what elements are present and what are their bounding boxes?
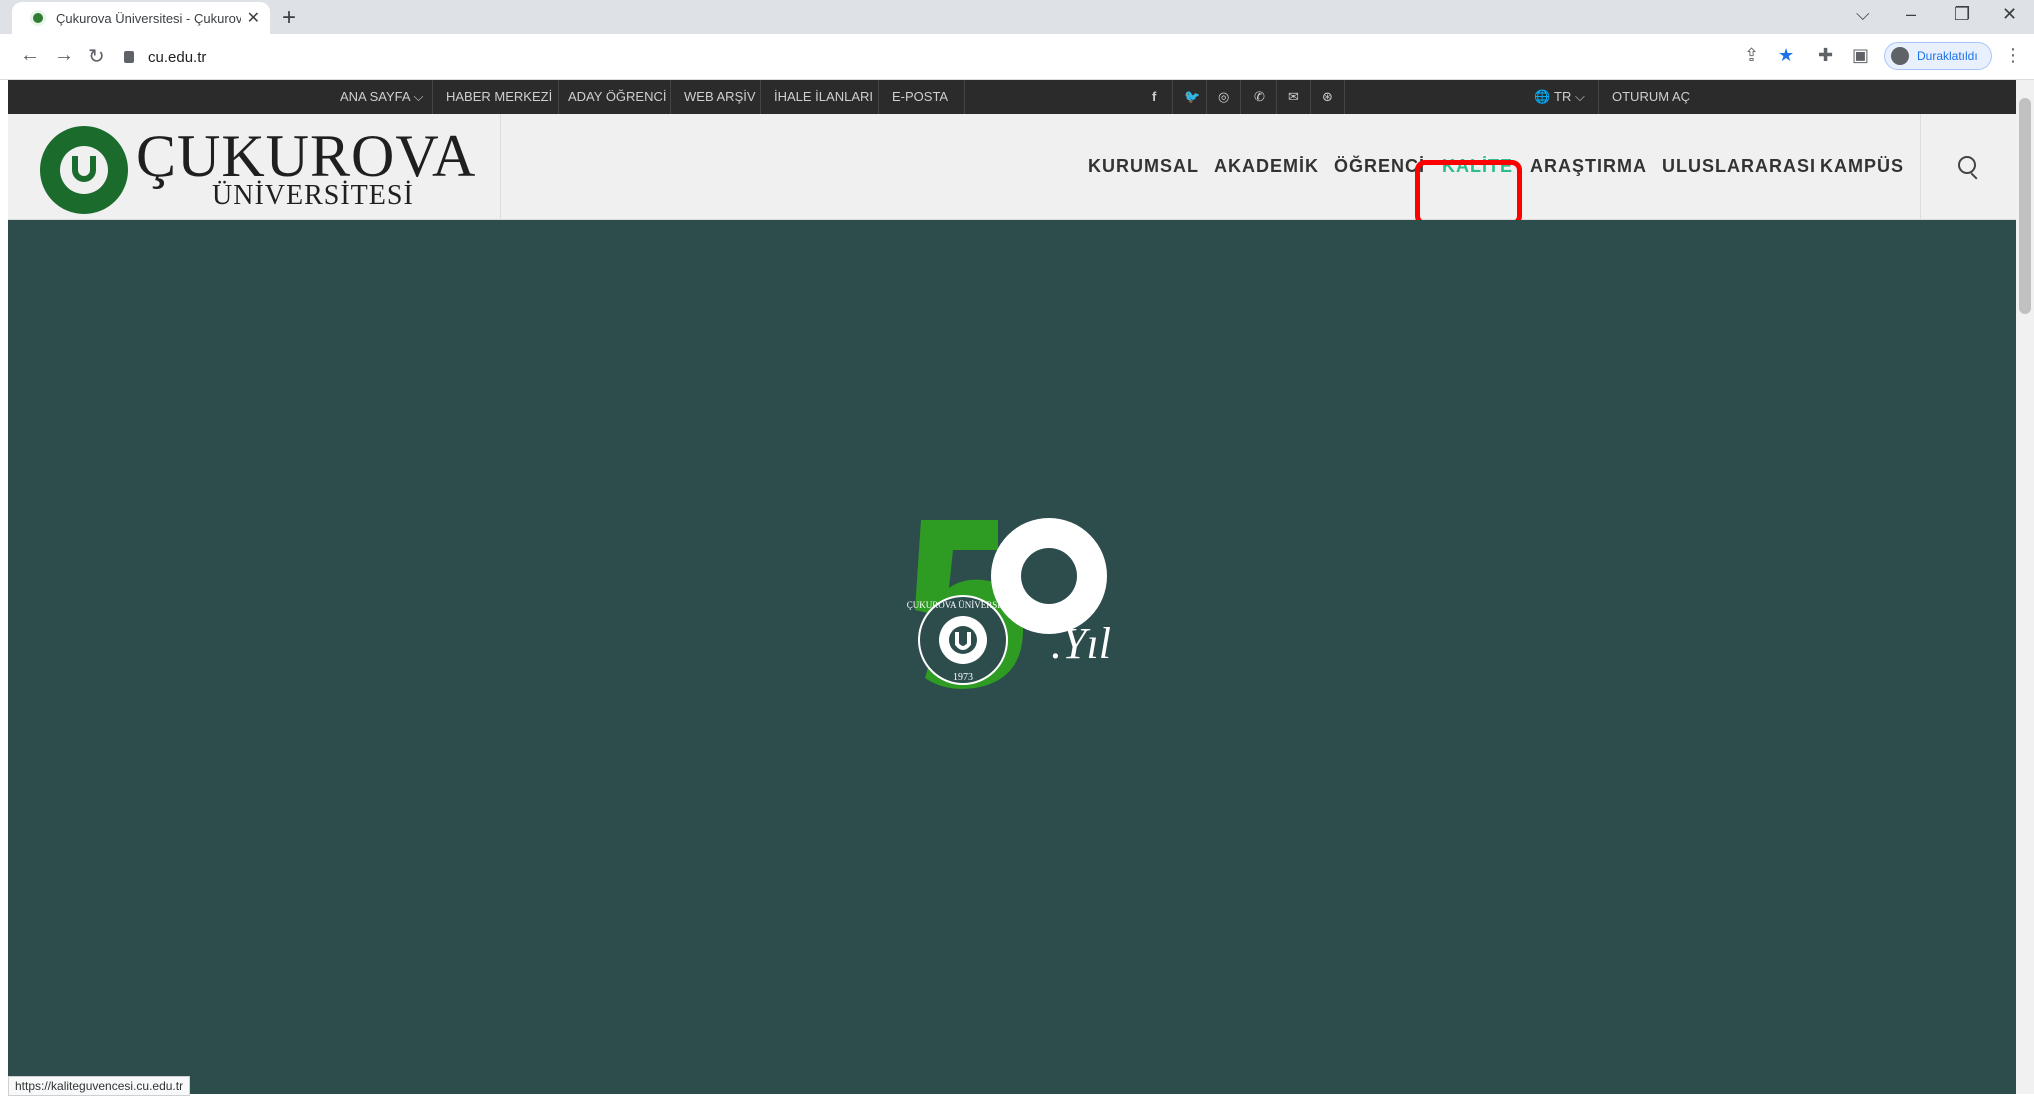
browser-tab-strip: Çukurova Üniversitesi - Çukurova ✕ + ⌵ –… [0,0,2034,34]
scrollbar-thumb[interactable] [2019,98,2031,314]
forward-icon[interactable]: → [54,44,74,67]
nav-kurumsal[interactable]: KURUMSAL [1088,156,1199,177]
dribbble-icon[interactable]: ⊛ [1322,89,1333,105]
extensions-icon[interactable]: ✚ [1818,45,1833,66]
url-text: cu.edu.tr [148,48,207,66]
topbar-link-email[interactable]: E-POSTA [892,89,948,104]
instagram-icon[interactable]: ◎ [1218,89,1229,105]
nav-arastirma[interactable]: ARAŞTIRMA [1530,156,1647,177]
divider [1172,80,1173,114]
globe-icon: 🌐 [1534,89,1551,104]
nav-kampus[interactable]: KAMPÜS [1820,156,1904,177]
site-favicon-icon [30,10,46,26]
divider [1920,114,1921,220]
logo-subtitle: ÜNİVERSİTESİ [212,180,414,211]
page-viewport: ANA SAYFA ⌵ HABER MERKEZİ ADAY ÖĞRENCİ W… [8,80,2016,1094]
logo-emblem-icon [40,126,128,214]
divider [964,80,965,114]
divider [1310,80,1311,114]
divider [1344,80,1345,114]
avatar-icon [1891,47,1909,65]
restore-icon[interactable]: ❐ [1954,4,1970,25]
nav-akademik[interactable]: AKADEMİK [1214,156,1319,177]
site-header: ÇUKUROVA ÜNİVERSİTESİ KURUMSAL AKADEMİK … [8,114,2016,226]
address-bar[interactable]: cu.edu.tr [124,40,1714,74]
bookmark-star-icon[interactable]: ★ [1778,45,1794,66]
topbar-link-home[interactable]: ANA SAYFA ⌵ [340,89,423,105]
back-icon[interactable]: ← [20,44,40,67]
share-icon[interactable]: ⇪ [1744,45,1759,66]
divider [558,80,559,114]
nav-uluslararasi[interactable]: ULUSLARARASI [1662,156,1816,177]
topbar-link-archive[interactable]: WEB ARŞİV [684,89,756,104]
profile-label: Duraklatıldı [1917,49,1978,63]
topbar-link-news[interactable]: HABER MERKEZİ [446,89,552,104]
lock-icon [124,51,134,63]
badge-word: .Yıl [1051,619,1111,668]
divider [760,80,761,114]
twitter-icon[interactable]: 🐦 [1184,89,1200,105]
highlight-box [1415,160,1522,226]
university-logo[interactable]: ÇUKUROVA ÜNİVERSİTESİ [40,122,500,214]
hero-banner: ÇUKUROVA ÜNİVERSİTESİ 1973 .Yıl [8,220,2016,1094]
divider [1276,80,1277,114]
anniversary-50-logo: ÇUKUROVA ÜNİVERSİTESİ 1973 .Yıl [907,518,1111,689]
seal-year: 1973 [953,672,973,683]
divider [670,80,671,114]
tab-search-icon[interactable]: ⌵ [1856,4,1870,25]
divider [1206,80,1207,114]
language-selector[interactable]: TR ⌵ [1554,89,1585,105]
divider [1598,80,1599,114]
utility-bar: ANA SAYFA ⌵ HABER MERKEZİ ADAY ÖĞRENCİ W… [8,80,2016,114]
minimize-icon[interactable]: – [1906,4,1916,25]
new-tab-button[interactable]: + [282,4,296,32]
reload-icon[interactable]: ↻ [88,44,105,69]
page-scrollbar[interactable] [2016,80,2034,1094]
close-window-icon[interactable]: ✕ [2002,4,2017,25]
nav-ogrenci[interactable]: ÖĞRENCİ [1334,156,1425,177]
tab-close-icon[interactable]: ✕ [247,8,260,28]
mail-icon[interactable]: ✉ [1288,89,1299,105]
topbar-link-tenders[interactable]: İHALE İLANLARI [774,89,873,104]
menu-kebab-icon[interactable]: ⋮ [2004,45,2022,66]
browser-tab[interactable]: Çukurova Üniversitesi - Çukurova ✕ [12,2,270,34]
link-status-tooltip: https://kaliteguvencesi.cu.edu.tr [8,1076,191,1096]
login-link[interactable]: OTURUM AÇ [1612,89,1690,104]
side-panel-icon[interactable]: ▣ [1852,45,1869,66]
tab-title: Çukurova Üniversitesi - Çukurova [56,10,241,26]
divider [878,80,879,114]
browser-toolbar: ← → ↻ cu.edu.tr ⇪ ★ ✚ ▣ Duraklatıldı ⋮ [0,34,2034,80]
phone-icon[interactable]: ✆ [1254,89,1265,105]
seal-text: ÇUKUROVA ÜNİVERSİTESİ [907,600,1020,610]
divider [1240,80,1241,114]
profile-button[interactable]: Duraklatıldı [1884,42,1992,70]
search-icon[interactable] [1958,156,1976,174]
facebook-icon[interactable]: f [1152,89,1156,104]
topbar-link-prospective[interactable]: ADAY ÖĞRENCİ [568,89,666,104]
divider [500,114,501,220]
divider [432,80,433,114]
